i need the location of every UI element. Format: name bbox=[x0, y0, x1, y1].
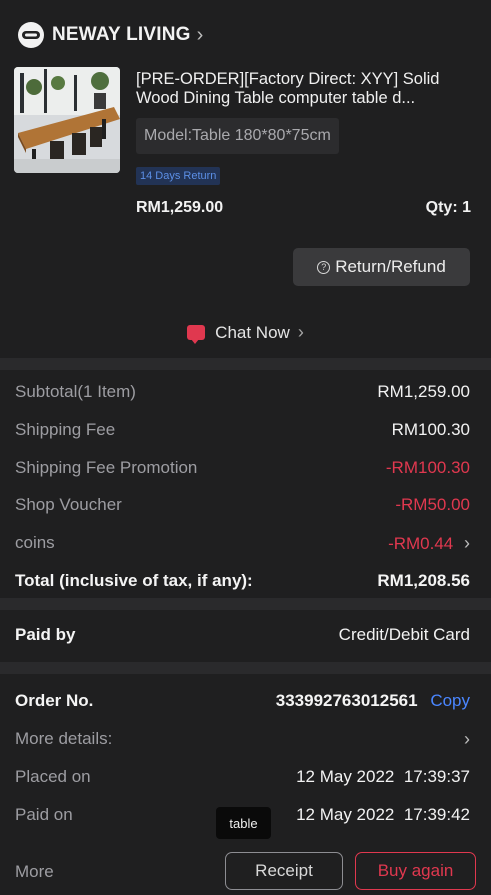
shop-voucher-row: Shop Voucher -RM50.00 bbox=[15, 493, 470, 517]
shipping-promotion-label: Shipping Fee Promotion bbox=[15, 458, 198, 477]
question-icon: ? bbox=[317, 260, 331, 274]
product-image[interactable] bbox=[14, 67, 120, 173]
placed-on-row: Placed on 12 May 2022 17:39:37 bbox=[15, 765, 470, 789]
chat-now-button[interactable]: Chat Now › bbox=[0, 322, 491, 344]
payment-method-value: Credit/Debit Card bbox=[338, 625, 470, 644]
shop-logo-icon bbox=[18, 22, 44, 48]
chat-bubble-icon bbox=[187, 325, 206, 344]
product-title[interactable]: [PRE-ORDER][Factory Direct: XYY] Solid W… bbox=[136, 70, 476, 108]
placed-on-value: 12 May 2022 17:39:37 bbox=[296, 767, 470, 786]
shop-name: NEWAY LIVING bbox=[52, 24, 191, 45]
product-quantity: Qty: 1 bbox=[425, 199, 471, 216]
product-title-line: Wood Dining Table computer table d... bbox=[136, 89, 416, 107]
divider bbox=[0, 662, 491, 674]
shipping-fee-label: Shipping Fee bbox=[15, 420, 116, 439]
shipping-promotion-value: -RM100.30 bbox=[385, 458, 470, 477]
product-panel bbox=[0, 0, 491, 358]
chevron-right-icon: › bbox=[464, 532, 470, 553]
paid-by-label: Paid by bbox=[15, 625, 76, 644]
subtotal-value: RM1,259.00 bbox=[377, 382, 470, 401]
chat-now-label: Chat Now bbox=[215, 322, 290, 342]
coins-label: coins bbox=[15, 533, 55, 552]
payment-row: Paid by Credit/Debit Card bbox=[15, 623, 470, 647]
divider bbox=[0, 358, 491, 370]
placed-on-label: Placed on bbox=[15, 767, 91, 786]
more-details-label: More details: bbox=[15, 729, 113, 748]
product-title-line: [PRE-ORDER][Factory Direct: XYY] Solid bbox=[136, 70, 440, 88]
return-refund-label: Return/Refund bbox=[335, 257, 446, 276]
summary-panel bbox=[0, 370, 491, 598]
order-number-row: Order No. 333992763012561 Copy bbox=[15, 689, 470, 713]
chevron-right-icon: › bbox=[196, 23, 204, 46]
shipping-promotion-row: Shipping Fee Promotion -RM100.30 bbox=[15, 456, 470, 480]
order-number-value: 333992763012561 bbox=[275, 691, 418, 710]
chevron-right-icon: › bbox=[297, 322, 304, 342]
subtotal-label: Subtotal(1 Item) bbox=[15, 382, 136, 401]
buy-again-button[interactable]: Buy again bbox=[355, 852, 476, 890]
order-number-label: Order No. bbox=[15, 691, 94, 710]
total-label: Total (inclusive of tax, if any): bbox=[15, 571, 253, 590]
divider bbox=[0, 598, 491, 610]
coins-row[interactable]: coins -RM0.44 › bbox=[15, 531, 470, 555]
shipping-fee-value: RM100.30 bbox=[391, 420, 470, 439]
product-variant: Model:Table 180*80*75cm bbox=[136, 118, 339, 154]
tooltip: table bbox=[216, 807, 271, 839]
paid-on-value: 12 May 2022 17:39:42 bbox=[296, 805, 470, 824]
chevron-right-icon: › bbox=[464, 728, 470, 749]
subtotal-row: Subtotal(1 Item) RM1,259.00 bbox=[15, 380, 470, 404]
more-button[interactable]: More bbox=[15, 862, 54, 882]
shipping-fee-row: Shipping Fee RM100.30 bbox=[15, 418, 470, 442]
return-policy-badge: 14 Days Return bbox=[136, 167, 221, 185]
total-value: RM1,208.56 bbox=[377, 571, 470, 590]
shop-header[interactable]: NEWAY LIVING › bbox=[18, 22, 203, 48]
shop-voucher-label: Shop Voucher bbox=[15, 495, 122, 514]
copy-order-number-button[interactable]: Copy bbox=[430, 691, 470, 710]
return-refund-button[interactable]: ? Return/Refund bbox=[293, 248, 470, 286]
shop-voucher-value: -RM50.00 bbox=[395, 495, 470, 514]
coins-value: -RM0.44 bbox=[388, 533, 454, 553]
total-row: Total (inclusive of tax, if any): RM1,20… bbox=[15, 569, 470, 593]
product-price: RM1,259.00 bbox=[136, 199, 224, 216]
paid-on-label: Paid on bbox=[15, 805, 73, 824]
more-details-row[interactable]: More details: › bbox=[15, 727, 470, 751]
receipt-button[interactable]: Receipt bbox=[225, 852, 343, 890]
